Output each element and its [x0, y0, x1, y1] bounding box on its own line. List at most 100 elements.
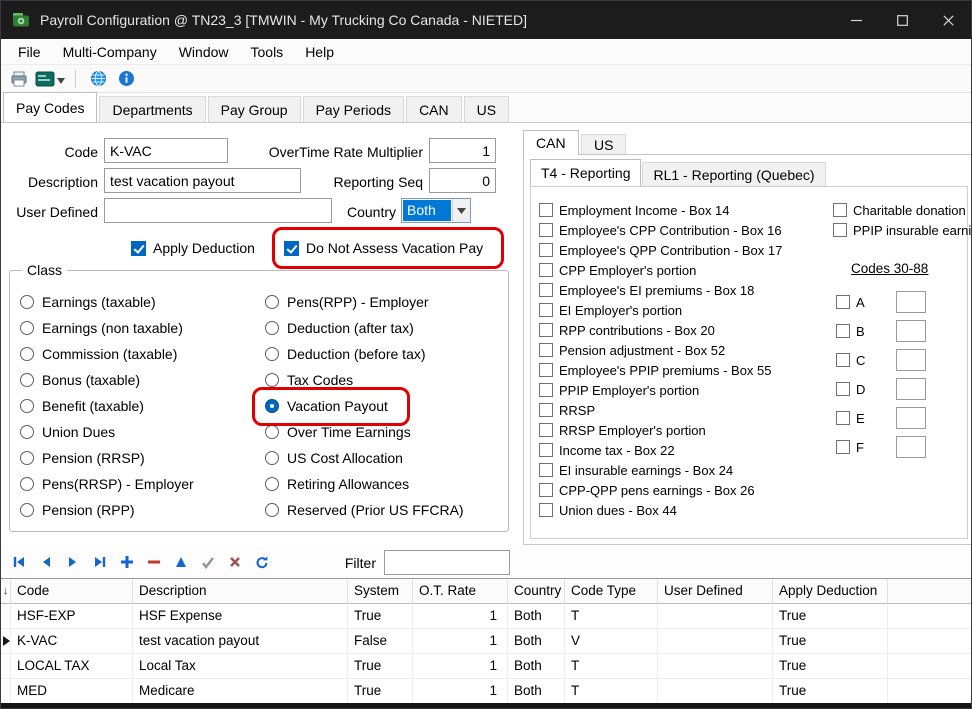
code-c-input[interactable] — [896, 349, 926, 371]
checkbox[interactable] — [836, 411, 850, 425]
radio-button[interactable] — [265, 503, 279, 517]
radio-button[interactable] — [20, 295, 34, 309]
right-tab-can[interactable]: CAN — [523, 130, 579, 155]
checkbox[interactable] — [539, 343, 553, 357]
code-input[interactable] — [104, 138, 228, 163]
radio-button[interactable] — [265, 477, 279, 491]
header-ot-rate[interactable]: O.T. Rate — [413, 579, 508, 604]
t4-checkbox-item[interactable]: Income tax - Box 22 — [539, 441, 782, 459]
radio-union-dues[interactable]: Union Dues — [20, 423, 194, 441]
grid-cell[interactable]: False — [348, 629, 413, 654]
menu-multi-company[interactable]: Multi-Company — [52, 39, 168, 64]
header-system[interactable]: System — [348, 579, 413, 604]
grid-cell[interactable]: Medicare — [133, 679, 348, 704]
checkbox[interactable] — [539, 363, 553, 377]
radio-earnings-taxable[interactable]: Earnings (taxable) — [20, 293, 194, 311]
radio-over-time-earnings[interactable]: Over Time Earnings — [265, 423, 464, 441]
grid-cell[interactable]: True — [773, 654, 888, 679]
minimize-button[interactable] — [833, 1, 879, 39]
t4-checkbox-item[interactable]: RPP contributions - Box 20 — [539, 321, 782, 339]
grid-cell[interactable]: T — [565, 654, 658, 679]
grid-cell[interactable] — [658, 654, 773, 679]
grid-cell[interactable]: Local Tax — [133, 654, 348, 679]
ppip-insurable-checkbox[interactable]: PPIP insurable earni — [833, 221, 971, 239]
radio-tax-codes[interactable]: Tax Codes — [265, 371, 464, 389]
grid-cell[interactable]: Both — [508, 679, 565, 704]
prior-record-button[interactable] — [32, 550, 59, 574]
code-f-input[interactable] — [896, 436, 926, 458]
chevron-down-icon[interactable] — [57, 71, 65, 87]
code-d-input[interactable] — [896, 378, 926, 400]
t4-checkbox-item[interactable]: Employee's EI premiums - Box 18 — [539, 281, 782, 299]
header-apply-deduction[interactable]: Apply Deduction — [773, 579, 888, 604]
checkbox[interactable] — [539, 303, 553, 317]
checkbox[interactable] — [833, 203, 847, 217]
grid-cell[interactable]: HSF Expense — [133, 604, 348, 629]
grid-cell[interactable] — [658, 629, 773, 654]
radio-button[interactable] — [20, 425, 34, 439]
radio-button[interactable] — [20, 373, 34, 387]
grid-cell[interactable]: True — [348, 654, 413, 679]
edit-record-button[interactable] — [167, 550, 194, 574]
tab-pay-group[interactable]: Pay Group — [208, 96, 301, 122]
close-button[interactable] — [925, 1, 971, 39]
payroll-icon[interactable] — [35, 67, 65, 91]
tab-us[interactable]: US — [464, 96, 509, 122]
grid-cell[interactable]: True — [348, 604, 413, 629]
radio-earnings-non-taxable[interactable]: Earnings (non taxable) — [20, 319, 194, 337]
cancel-edit-button[interactable] — [221, 550, 248, 574]
radio-retiring-allowances[interactable]: Retiring Allowances — [265, 475, 464, 493]
overtime-rate-input[interactable] — [429, 138, 496, 163]
grid-cell[interactable]: 1 — [413, 679, 508, 704]
checkbox[interactable] — [539, 383, 553, 397]
checkbox[interactable] — [284, 241, 299, 256]
checkbox[interactable] — [836, 353, 850, 367]
checkbox[interactable] — [539, 243, 553, 257]
t4-checkbox-item[interactable]: Pension adjustment - Box 52 — [539, 341, 782, 359]
checkbox[interactable] — [539, 463, 553, 477]
grid-cell[interactable]: Both — [508, 654, 565, 679]
radio-reserved-prior-us-ffcra[interactable]: Reserved (Prior US FFCRA) — [265, 501, 464, 519]
radio-deduction-before-tax[interactable]: Deduction (before tax) — [265, 345, 464, 363]
t4-checkbox-item[interactable]: Employee's CPP Contribution - Box 16 — [539, 221, 782, 239]
charitable-donation-checkbox[interactable]: Charitable donation — [833, 201, 971, 219]
grid-cell[interactable]: T — [565, 679, 658, 704]
t4-checkbox-item[interactable]: RRSP Employer's portion — [539, 421, 782, 439]
grid-cell[interactable]: True — [348, 679, 413, 704]
checkbox[interactable] — [836, 382, 850, 396]
radio-deduction-after-tax[interactable]: Deduction (after tax) — [265, 319, 464, 337]
code-b-input[interactable] — [896, 320, 926, 342]
t4-checkbox-item[interactable]: Employment Income - Box 14 — [539, 201, 782, 219]
menu-tools[interactable]: Tools — [240, 39, 295, 64]
grid-cell[interactable] — [658, 679, 773, 704]
menu-help[interactable]: Help — [294, 39, 345, 64]
checkbox[interactable] — [539, 483, 553, 497]
radio-button[interactable] — [265, 373, 279, 387]
header-user-defined[interactable]: User Defined — [658, 579, 773, 604]
checkbox[interactable] — [539, 283, 553, 297]
radio-pens-rrsp-employer[interactable]: Pens(RRSP) - Employer — [20, 475, 194, 493]
radio-button[interactable] — [265, 295, 279, 309]
radio-benefit-taxable[interactable]: Benefit (taxable) — [20, 397, 194, 415]
code-a-input[interactable] — [896, 291, 926, 313]
checkbox[interactable] — [539, 263, 553, 277]
checkbox[interactable] — [836, 440, 850, 454]
tab-pay-periods[interactable]: Pay Periods — [303, 96, 404, 122]
checkbox[interactable] — [131, 241, 146, 256]
t4-checkbox-item[interactable]: EI Employer's portion — [539, 301, 782, 319]
radio-button[interactable] — [265, 425, 279, 439]
refresh-button[interactable] — [248, 550, 275, 574]
t4-checkbox-item[interactable]: CPP-QPP pens earnings - Box 26 — [539, 481, 782, 499]
tab-departments[interactable]: Departments — [99, 96, 205, 122]
radio-button[interactable] — [265, 451, 279, 465]
grid-cell[interactable]: Both — [508, 604, 565, 629]
grid-cell[interactable]: 1 — [413, 654, 508, 679]
right-tab-us[interactable]: US — [581, 134, 626, 155]
radio-pens-rpp-employer[interactable]: Pens(RPP) - Employer — [265, 293, 464, 311]
checkbox[interactable] — [539, 503, 553, 517]
checkbox[interactable] — [836, 295, 850, 309]
grid-cell[interactable] — [658, 604, 773, 629]
next-record-button[interactable] — [59, 550, 86, 574]
menu-window[interactable]: Window — [168, 39, 240, 64]
print-icon[interactable] — [7, 67, 31, 91]
